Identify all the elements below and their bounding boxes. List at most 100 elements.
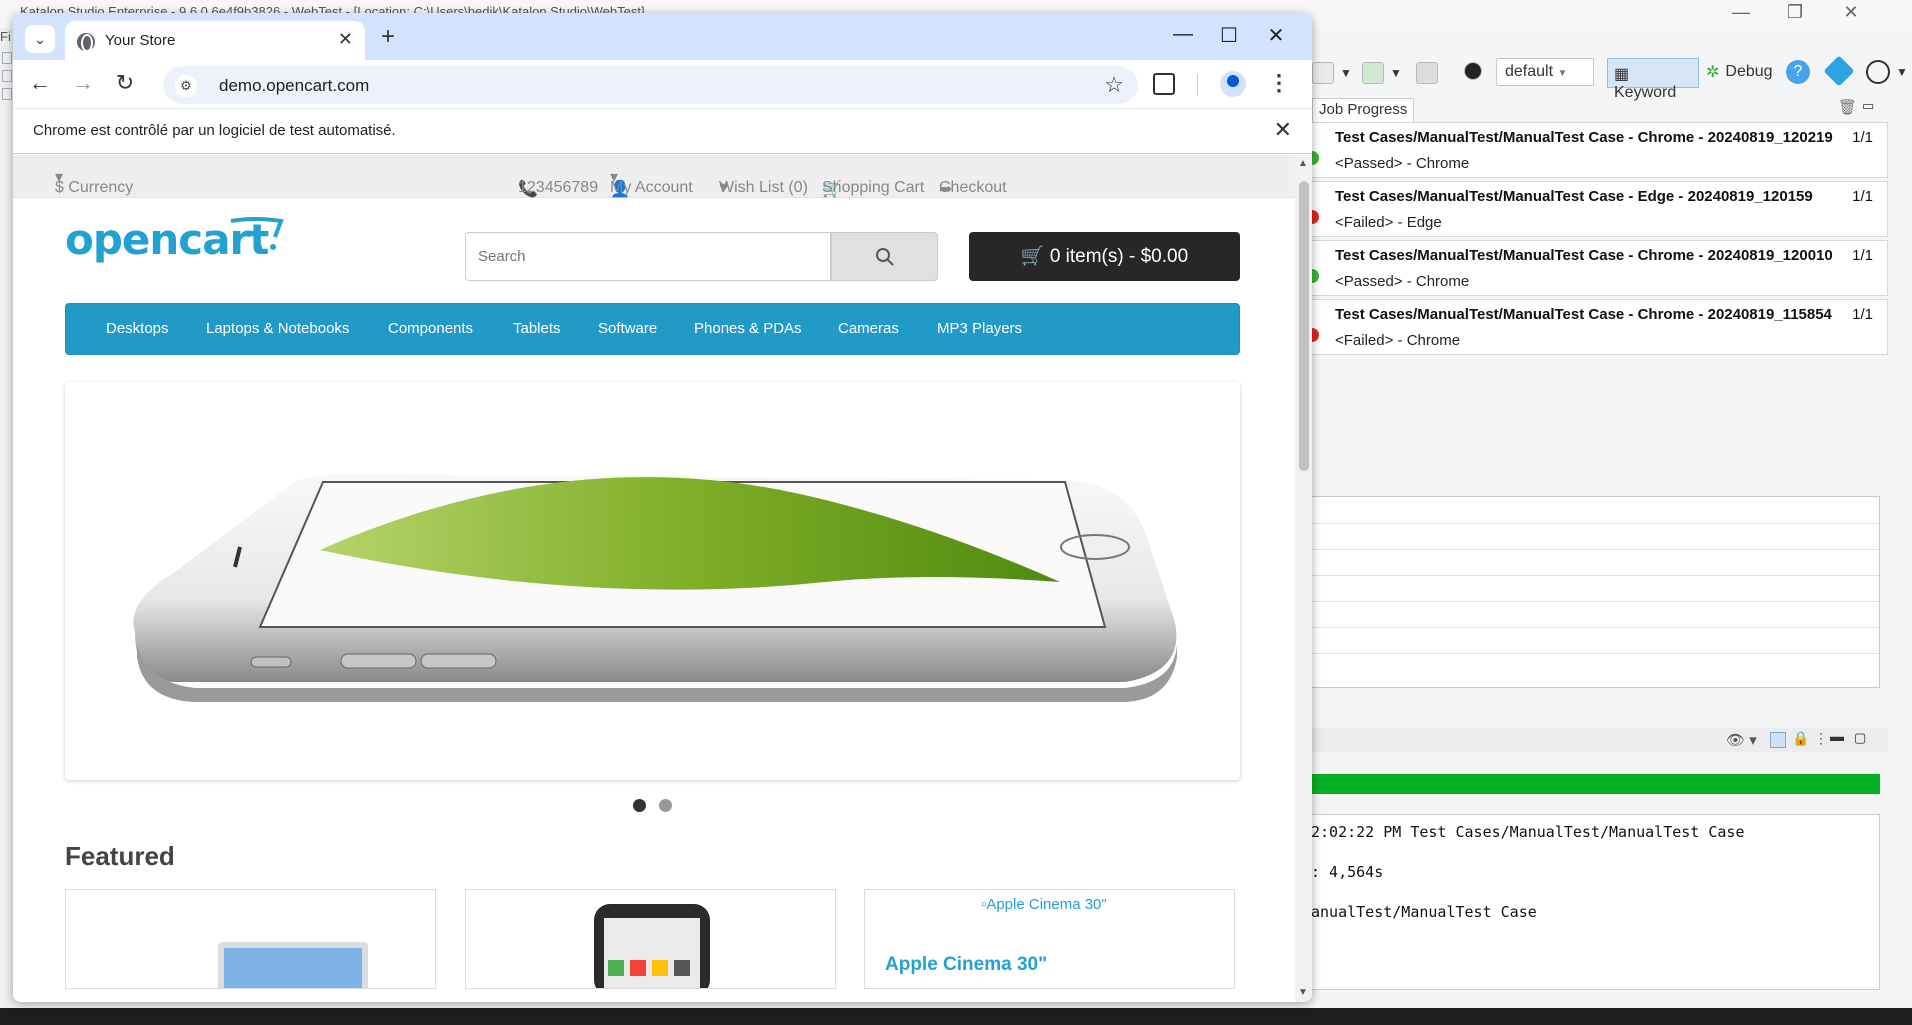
lock-icon[interactable]: 🔒	[1792, 730, 1809, 747]
menu-item-components[interactable]: Components	[388, 320, 473, 337]
log-grid	[1310, 496, 1880, 688]
job-row[interactable]: Test Cases/ManualTest/ManualTest Case - …	[1310, 122, 1888, 178]
restore-icon[interactable]: ❐	[1780, 2, 1810, 23]
job-row[interactable]: Test Cases/ManualTest/ManualTest Case - …	[1310, 181, 1888, 237]
address-bar[interactable]: ⚙ demo.opencart.com ☆	[163, 66, 1138, 104]
product-card[interactable]	[465, 889, 836, 989]
extensions-icon[interactable]	[1153, 73, 1175, 95]
help-icon[interactable]: ?	[1786, 60, 1810, 84]
account-icon[interactable]: ▼	[1866, 60, 1908, 84]
menu-item-cameras[interactable]: Cameras	[838, 320, 899, 337]
logo-cart-swoosh	[230, 217, 284, 250]
minimize-icon[interactable]: —	[1726, 2, 1756, 23]
menu-item-desktops[interactable]: Desktops	[106, 320, 169, 337]
page-viewport: $ Currency ▾ 📞 123456789 👤 My Account ▾ ♥…	[13, 155, 1295, 1002]
katalon-icon[interactable]	[1464, 62, 1482, 80]
search-input[interactable]	[465, 232, 831, 281]
job-status: <Failed> - Edge	[1335, 214, 1442, 231]
minimize-view-icon[interactable]: ▭	[1862, 98, 1874, 114]
page-scrollbar[interactable]: ▲ ▼	[1295, 155, 1312, 1002]
job-title: Test Cases/ManualTest/ManualTest Case - …	[1335, 129, 1833, 146]
job-count: 1/1	[1852, 129, 1873, 146]
currency-dropdown[interactable]: $ Currency ▾	[55, 167, 133, 196]
job-title: Test Cases/ManualTest/ManualTest Case - …	[1335, 188, 1813, 205]
tab-search-button[interactable]: ⌄	[25, 25, 55, 53]
toolbar-icon[interactable]	[2, 52, 12, 64]
keyword-perspective-button[interactable]: ▦ Keyword	[1607, 58, 1699, 101]
maximize-icon[interactable]: ☐	[1209, 23, 1249, 48]
menu-item-tablets[interactable]: Tablets	[513, 320, 561, 337]
back-icon[interactable]: ←	[25, 70, 55, 96]
infobar-text: Chrome est contrôlé par un logiciel de t…	[33, 122, 396, 139]
pagination-dot[interactable]	[659, 799, 672, 812]
forward-icon[interactable]: →	[68, 70, 98, 96]
product-image-macbook	[218, 942, 368, 988]
reload-icon[interactable]: ↻	[110, 70, 140, 96]
search-icon	[876, 248, 894, 266]
minimize-view-icon[interactable]: ▬	[1830, 728, 1844, 744]
toolbar-divider	[1197, 74, 1198, 96]
menu-item-phones[interactable]: Phones & PDAs	[694, 320, 802, 337]
globe-icon	[77, 33, 95, 52]
job-row[interactable]: Test Cases/ManualTest/ManualTest Case - …	[1310, 299, 1888, 355]
product-card[interactable]	[65, 889, 436, 989]
close-icon[interactable]: ✕	[1836, 2, 1866, 23]
toolbar-icon[interactable]	[2, 88, 12, 100]
file-menu-fragment[interactable]: Fi	[0, 29, 11, 44]
more-icon[interactable]: ⋮	[1814, 730, 1828, 747]
new-tab-icon[interactable]: +	[373, 23, 403, 51]
chrome-window: ⌄ Your Store ✕ + — ☐ ✕ ← → ↻ ⚙ demo.open…	[13, 13, 1312, 1002]
url-text[interactable]: demo.opencart.com	[219, 76, 369, 96]
job-progress-tab[interactable]: Job Progress	[1312, 98, 1415, 122]
job-count: 1/1	[1852, 247, 1873, 264]
maximize-view-icon[interactable]: ▢	[1854, 730, 1866, 746]
job-title: Test Cases/ManualTest/ManualTest Case - …	[1335, 247, 1833, 264]
store-logo[interactable]: opencart	[65, 215, 325, 275]
stop-icon[interactable]	[1416, 62, 1438, 84]
close-tab-icon[interactable]: ✕	[338, 29, 353, 50]
toolbar-icon[interactable]	[2, 70, 12, 82]
profile-icon[interactable]	[1220, 71, 1246, 97]
scroll-up-icon[interactable]: ▲	[1298, 158, 1308, 169]
job-status: <Passed> - Chrome	[1335, 155, 1470, 172]
kebab-menu-icon[interactable]: ⋮	[1268, 70, 1290, 96]
menu-item-software[interactable]: Software	[598, 320, 657, 337]
katalon-statusbar	[0, 1008, 1912, 1025]
site-info-icon[interactable]: ⚙	[175, 75, 197, 97]
filter-icon[interactable]	[1770, 732, 1786, 748]
search-button[interactable]	[831, 232, 938, 281]
console-line: 2:02:22 PM Test Cases/ManualTest/ManualT…	[1311, 823, 1745, 841]
clear-icon[interactable]: 🗑	[1838, 98, 1857, 116]
menu-item-laptops[interactable]: Laptops & Notebooks	[206, 320, 349, 337]
job-count: 1/1	[1852, 306, 1873, 323]
eye-icon[interactable]: 👁 ▾	[1726, 731, 1757, 749]
minimize-icon[interactable]: —	[1163, 23, 1203, 46]
menu-item-mp3[interactable]: MP3 Players	[937, 320, 1022, 337]
tab-title: Your Store	[105, 32, 176, 49]
product-card[interactable]: ▫Apple Cinema 30" Apple Cinema 30"	[864, 889, 1235, 989]
bookmark-star-icon[interactable]: ☆	[1104, 72, 1124, 98]
close-icon[interactable]: ✕	[1274, 117, 1292, 143]
hero-slideshow[interactable]	[65, 382, 1240, 780]
scroll-thumb[interactable]	[1299, 181, 1309, 471]
browser-tab[interactable]: Your Store ✕	[65, 21, 365, 60]
console-line: anualTest/ManualTest Case	[1311, 903, 1537, 921]
debug-run-icon[interactable]: ▼	[1362, 62, 1402, 84]
run-dropdown-icon[interactable]: ▼	[1312, 62, 1352, 84]
cart-button[interactable]: 🛒 0 item(s) - $0.00	[969, 232, 1240, 281]
debug-perspective-button[interactable]: ✲ Debug	[1706, 62, 1773, 82]
console-output: 2:02:22 PM Test Cases/ManualTest/ManualT…	[1310, 814, 1880, 990]
browser-toolbar: ← → ↻ ⚙ demo.opencart.com ☆ ⋮	[13, 60, 1312, 108]
job-row[interactable]: Test Cases/ManualTest/ManualTest Case - …	[1310, 240, 1888, 296]
status-indicator	[1311, 210, 1319, 224]
notification-icon[interactable]	[1823, 55, 1855, 87]
my-account-dropdown[interactable]: 👤 My Account ▾	[610, 167, 693, 198]
scroll-down-icon[interactable]: ▼	[1298, 987, 1308, 998]
pagination-dot-active[interactable]	[633, 799, 646, 812]
product-name[interactable]: Apple Cinema 30"	[885, 954, 1047, 976]
broken-image-alt[interactable]: ▫Apple Cinema 30"	[981, 896, 1107, 913]
status-indicator	[1311, 328, 1319, 342]
profile-select[interactable]: default ▼	[1496, 58, 1594, 86]
product-image-iphone	[594, 904, 710, 988]
close-window-icon[interactable]: ✕	[1256, 23, 1296, 48]
